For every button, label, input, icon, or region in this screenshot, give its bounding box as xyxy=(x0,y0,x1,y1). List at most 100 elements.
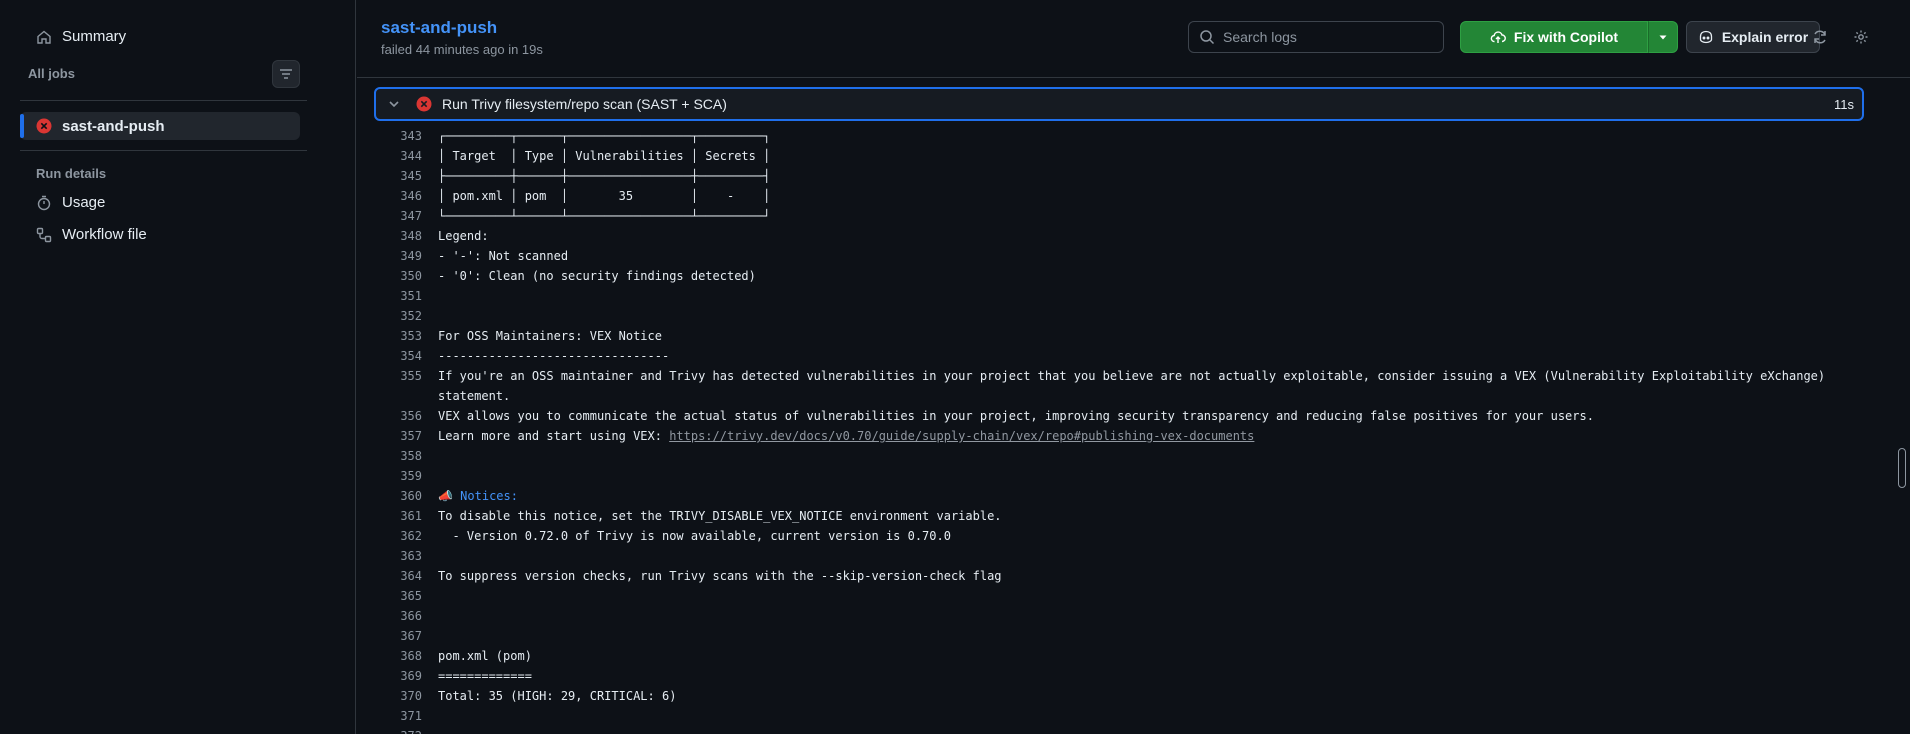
search-icon xyxy=(1200,30,1215,45)
search-logs-field[interactable] xyxy=(1188,21,1444,53)
usage-link[interactable]: Usage xyxy=(36,194,105,211)
copilot-options-button[interactable] xyxy=(1648,21,1678,53)
log-line: statement. xyxy=(357,386,1887,406)
workflow-file-link[interactable]: Workflow file xyxy=(36,226,147,243)
sidebar: Summary All jobs sast-and-push Run detai… xyxy=(0,0,356,734)
summary-link[interactable]: Summary xyxy=(36,28,126,45)
notices-heading: Notices: xyxy=(460,489,518,503)
explain-error-label: Explain error xyxy=(1721,29,1809,45)
log-line: 362 - Version 0.72.0 of Trivy is now ava… xyxy=(357,526,1887,546)
log-line: 343 ┌─────────┬──────┬─────────────────┬─… xyxy=(357,126,1887,146)
filter-icon xyxy=(280,69,292,79)
log-line-number[interactable]: 371 xyxy=(357,709,422,723)
copilot-icon xyxy=(1699,30,1712,44)
refresh-button[interactable] xyxy=(1806,23,1834,51)
log-line-text: Total: 35 (HIGH: 29, CRITICAL: 6) xyxy=(438,689,676,703)
log-line-number[interactable]: 366 xyxy=(357,609,422,623)
log-line-text: To suppress version checks, run Trivy sc… xyxy=(438,569,1002,583)
log-line: 358 xyxy=(357,446,1887,466)
log-line-number[interactable]: 367 xyxy=(357,629,422,643)
scrollbar-track[interactable] xyxy=(1895,78,1910,734)
scrollbar-thumb[interactable] xyxy=(1898,448,1906,488)
log-line-number[interactable]: 350 xyxy=(357,269,422,283)
log-output: 343 ┌─────────┬──────┬─────────────────┬─… xyxy=(357,126,1887,734)
filter-jobs-button[interactable] xyxy=(272,60,300,88)
log-text: - '-': Not scanned xyxy=(438,249,569,263)
log-text: ┌─────────┬──────┬─────────────────┬────… xyxy=(438,129,771,143)
log-line-number[interactable]: 347 xyxy=(357,209,422,223)
log-line-text: Legend: xyxy=(438,229,489,243)
log-line-number[interactable]: 369 xyxy=(357,669,422,683)
job-header: sast-and-push failed 44 minutes ago in 1… xyxy=(357,0,1910,78)
log-line: 356 VEX allows you to communicate the act… xyxy=(357,406,1887,426)
job-item-sast-and-push[interactable]: sast-and-push xyxy=(20,112,300,140)
log-line-text: ============= xyxy=(438,669,532,683)
log-line-number[interactable]: 363 xyxy=(357,549,422,563)
log-line-number[interactable]: 344 xyxy=(357,149,422,163)
log-line-number[interactable]: 354 xyxy=(357,349,422,363)
log-line-text: │ Target │ Type │ Vulnerabilities │ Secr… xyxy=(438,149,770,163)
workflow-icon xyxy=(36,227,52,242)
chevron-down-icon[interactable] xyxy=(386,96,402,112)
copilot-cloud-icon xyxy=(1490,31,1506,43)
log-text: Total: 35 (HIGH: 29, CRITICAL: 6) xyxy=(438,689,677,703)
fix-with-copilot-label: Fix with Copilot xyxy=(1513,29,1619,45)
log-line-number[interactable]: 346 xyxy=(357,189,422,203)
log-line-number[interactable]: 343 xyxy=(357,129,422,143)
log-text: ============= xyxy=(438,669,532,683)
log-line-number[interactable]: 348 xyxy=(357,229,422,243)
log-line-number[interactable]: 368 xyxy=(357,649,422,663)
log-line: 355 If you're an OSS maintainer and Trivy… xyxy=(357,366,1887,386)
step-header[interactable]: Run Trivy filesystem/repo scan (SAST + S… xyxy=(374,87,1864,121)
run-details-heading: Run details xyxy=(36,166,107,181)
log-line-number[interactable]: 356 xyxy=(357,409,422,423)
log-line: 350 - '0': Clean (no security findings de… xyxy=(357,266,1887,286)
fix-with-copilot-button[interactable]: Fix with Copilot xyxy=(1460,21,1648,53)
log-line: 368 pom.xml (pom) xyxy=(357,646,1887,666)
log-line-number[interactable]: 349 xyxy=(357,249,422,263)
workflow-file-label: Workflow file xyxy=(62,226,147,243)
all-jobs-heading: All jobs xyxy=(28,66,75,81)
log-text: │ Target │ Type │ Vulnerabilities │ Secr… xyxy=(438,149,771,163)
log-text: pom.xml (pom) xyxy=(438,649,532,663)
gear-icon xyxy=(1854,30,1868,44)
explain-error-button[interactable]: Explain error xyxy=(1686,21,1820,53)
log-line-number[interactable]: 352 xyxy=(357,309,422,323)
log-line: 359 xyxy=(357,466,1887,486)
job-status-text: failed 44 minutes ago in 19s xyxy=(381,42,543,57)
log-line-number[interactable]: 358 xyxy=(357,449,422,463)
log-line: 371 xyxy=(357,706,1887,726)
log-line-number[interactable]: 372 xyxy=(357,729,422,734)
home-icon xyxy=(37,30,51,44)
failed-icon xyxy=(416,96,432,112)
log-line-text: - '-': Not scanned xyxy=(438,249,568,263)
log-line-number[interactable]: 345 xyxy=(357,169,422,183)
log-line: 369 ============= xyxy=(357,666,1887,686)
log-line-text: If you're an OSS maintainer and Trivy ha… xyxy=(438,369,1825,383)
log-line-number[interactable]: 364 xyxy=(357,569,422,583)
log-line-text: -------------------------------- xyxy=(438,349,669,363)
log-line: 344 │ Target │ Type │ Vulnerabilities │ S… xyxy=(357,146,1887,166)
log-line-number[interactable]: 370 xyxy=(357,689,422,703)
log-line-number[interactable]: 351 xyxy=(357,289,422,303)
log-line-number[interactable]: 357 xyxy=(357,429,422,443)
log-line: 366 xyxy=(357,606,1887,626)
log-line: 370 Total: 35 (HIGH: 29, CRITICAL: 6) xyxy=(357,686,1887,706)
log-line-number[interactable]: 353 xyxy=(357,329,422,343)
stopwatch-icon xyxy=(37,195,51,210)
settings-button[interactable] xyxy=(1847,23,1875,51)
job-name: sast-and-push xyxy=(62,117,165,135)
log-line-number[interactable]: 355 xyxy=(357,369,422,383)
search-logs-input[interactable] xyxy=(1223,29,1423,45)
log-line-number[interactable]: 359 xyxy=(357,469,422,483)
log-line-number[interactable]: 365 xyxy=(357,589,422,603)
summary-label: Summary xyxy=(62,28,127,45)
log-line-number[interactable]: 360 xyxy=(357,489,422,503)
log-line: 361 To disable this notice, set the TRIVY… xyxy=(357,506,1887,526)
job-title[interactable]: sast-and-push xyxy=(381,18,497,38)
log-line-number[interactable]: 361 xyxy=(357,509,422,523)
log-text: To suppress version checks, run Trivy sc… xyxy=(438,569,1002,583)
vex-docs-link[interactable]: https://trivy.dev/docs/v0.70/guide/suppl… xyxy=(669,429,1254,443)
triangle-down-icon xyxy=(1659,35,1667,40)
log-line-number[interactable]: 362 xyxy=(357,529,422,543)
